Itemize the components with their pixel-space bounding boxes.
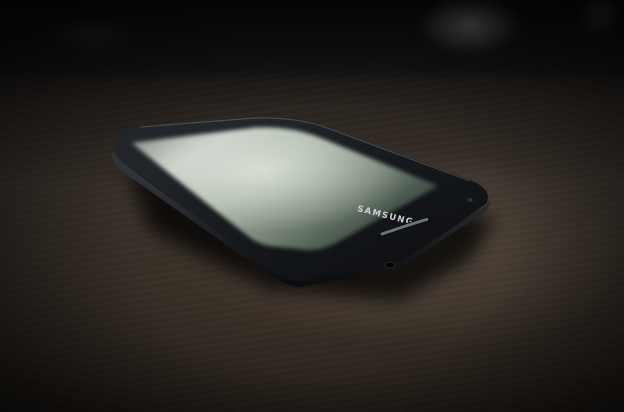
proximity-sensor: [467, 198, 473, 202]
smartphone: SAMSUNG: [111, 116, 495, 300]
photo-scene: SAMSUNG: [0, 0, 624, 412]
headphone-jack: [384, 261, 396, 269]
